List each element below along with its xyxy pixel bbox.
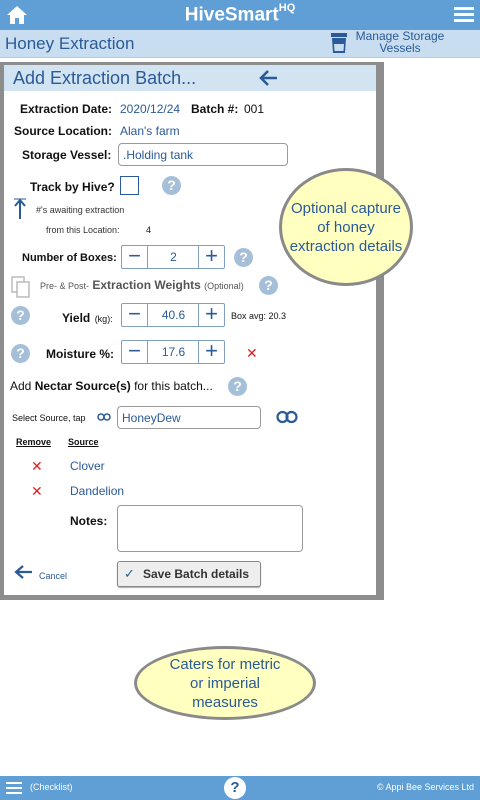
remove-source-clover-icon[interactable]: ✕	[31, 458, 43, 475]
boxes-increment-button[interactable]: +	[198, 245, 224, 268]
notes-label: Notes:	[70, 514, 108, 528]
boxes-help-icon[interactable]: ?	[234, 248, 253, 267]
clear-moisture-icon[interactable]: ✕	[246, 345, 258, 362]
notes-textarea[interactable]	[117, 505, 303, 552]
source-column-header: Source	[68, 437, 99, 447]
storage-vessel-icon[interactable]	[330, 32, 348, 54]
batch-value: 001	[244, 102, 265, 116]
boxes-decrement-button[interactable]: −	[122, 245, 148, 268]
track-by-hive-label: Track by Hive?	[30, 180, 115, 194]
boxes-stepper: − 2 +	[121, 245, 225, 269]
panel-title: Add Extraction Batch...	[13, 68, 197, 88]
storage-vessel-input[interactable]: .Holding tank	[118, 143, 288, 166]
source-location-value[interactable]: Alan's farm	[120, 124, 180, 138]
number-of-boxes-label: Number of Boxes:	[22, 252, 117, 264]
storage-vessel-label: Storage Vessel:	[22, 148, 112, 162]
remove-column-header: Remove	[16, 437, 52, 447]
checklist-list-icon[interactable]	[6, 782, 22, 794]
extraction-panel: Add Extraction Batch... Extraction Date:…	[4, 65, 376, 595]
cancel-link[interactable]: Cancel	[39, 571, 67, 581]
top-bar: HiveSmartHQ	[0, 0, 480, 30]
yield-increment-button[interactable]: +	[198, 303, 224, 326]
yield-label: Yield	[62, 311, 91, 325]
metric-imperial-callout: Caters for metric or imperial measures	[134, 646, 316, 720]
save-batch-label: Save Batch details	[143, 567, 250, 581]
back-arrow-icon[interactable]	[259, 69, 279, 87]
weights-help-icon[interactable]: ?	[259, 276, 278, 295]
remove-source-dandelion-icon[interactable]: ✕	[31, 483, 43, 500]
moisture-label: Moisture %:	[46, 347, 115, 361]
moisture-increment-button[interactable]: +	[198, 340, 224, 363]
from-location-value: 4	[146, 225, 152, 235]
link-icon	[97, 413, 111, 421]
footer-bar: (Checklist) ? © Appi Bee Services Ltd	[0, 776, 480, 800]
yield-stepper: − 40.6 +	[121, 303, 225, 327]
page-title: Honey Extraction	[5, 34, 135, 53]
panel-header: Add Extraction Batch...	[4, 65, 376, 91]
track-by-hive-help-icon[interactable]: ?	[162, 176, 181, 195]
optional-capture-callout: Optional capture of honey extraction det…	[279, 168, 413, 286]
sub-header: Honey Extraction Manage Storage Vessels	[0, 30, 480, 58]
copy-icon	[11, 276, 30, 298]
extraction-panel-shadow: Add Extraction Batch... Extraction Date:…	[0, 62, 384, 600]
source-item: Clover	[70, 459, 105, 473]
extraction-date-value[interactable]: 2020/12/24	[120, 102, 180, 116]
moisture-decrement-button[interactable]: −	[122, 340, 148, 363]
extraction-date-label: Extraction Date:	[20, 102, 113, 116]
yield-value[interactable]: 40.6	[149, 308, 198, 322]
up-arrow-icon	[14, 198, 26, 219]
moisture-help-icon[interactable]: ?	[11, 344, 30, 363]
box-average: Box avg: 20.3	[231, 311, 287, 321]
select-source-label: Select Source, tap	[12, 413, 86, 423]
yield-help-icon[interactable]: ?	[11, 306, 30, 325]
yield-label-group: Yield (kg):	[62, 309, 113, 327]
manage-storage-vessels-link[interactable]: Manage Storage Vessels	[350, 30, 450, 54]
nectar-heading: Add Nectar Source(s) for this batch...	[10, 379, 213, 393]
track-by-hive-checkbox[interactable]	[120, 176, 139, 195]
save-batch-button[interactable]: ✓ Save Batch details	[117, 561, 261, 587]
weights-heading: Pre- & Post- Extraction Weights (Optiona…	[40, 278, 244, 292]
yield-unit: (kg):	[94, 314, 113, 324]
yield-decrement-button[interactable]: −	[122, 303, 148, 326]
awaiting-extraction-label: #'s awaiting extraction	[36, 205, 125, 215]
add-source-link-icon[interactable]	[276, 410, 298, 424]
boxes-value[interactable]: 2	[149, 250, 198, 264]
footer-help-icon[interactable]: ?	[224, 777, 246, 799]
copyright-text: © Appi Bee Services Ltd	[376, 782, 474, 792]
checkmark-icon: ✓	[124, 566, 135, 581]
from-location-label: from this Location:	[46, 225, 120, 235]
nectar-help-icon[interactable]: ?	[228, 377, 247, 396]
moisture-value[interactable]: 17.6	[149, 345, 198, 359]
hamburger-menu-icon[interactable]	[454, 7, 474, 23]
moisture-stepper: − 17.6 +	[121, 340, 225, 364]
cancel-arrow-icon[interactable]	[14, 564, 34, 580]
batch-label: Batch #:	[191, 102, 239, 116]
source-location-label: Source Location:	[14, 124, 113, 138]
source-item: Dandelion	[70, 484, 125, 498]
app-title: HiveSmartHQ	[184, 2, 296, 26]
checklist-link[interactable]: (Checklist)	[30, 782, 73, 792]
nectar-source-input[interactable]: HoneyDew	[117, 406, 261, 429]
